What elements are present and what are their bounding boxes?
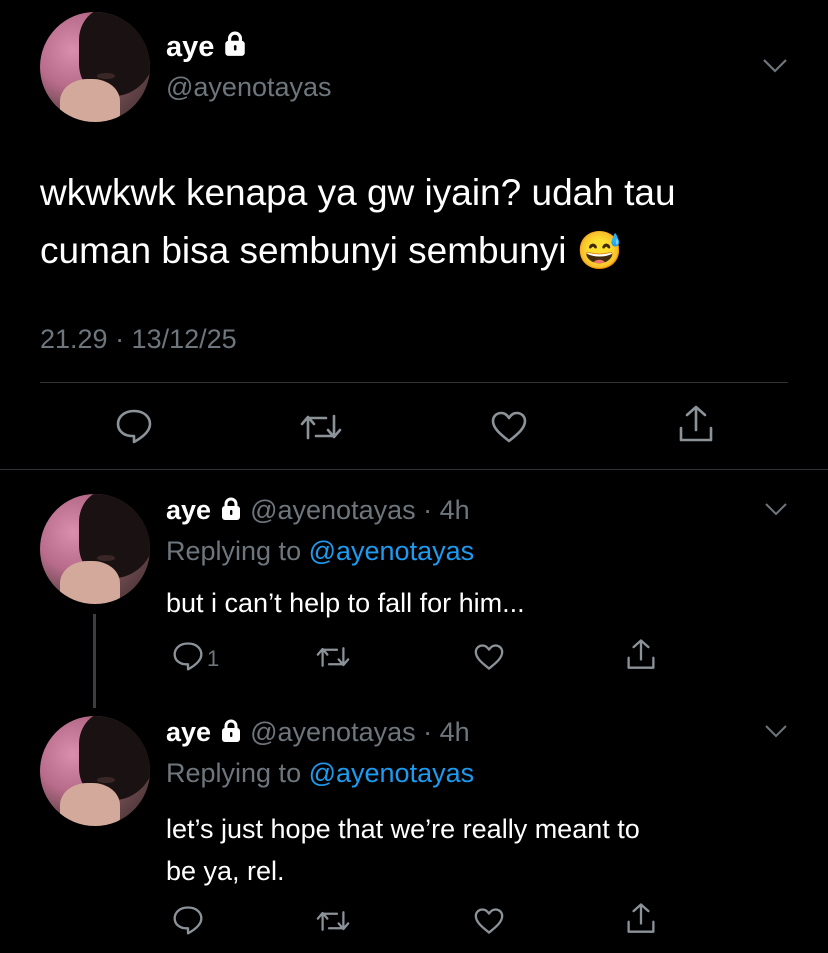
share-icon[interactable] (626, 638, 656, 671)
tweet-text: let’s just hope that we’re really meant … (166, 814, 640, 886)
display-name[interactable]: aye (166, 717, 211, 747)
mention-link[interactable]: @ayenotayas (309, 758, 475, 788)
share-icon[interactable] (678, 404, 714, 444)
reply-icon[interactable] (172, 905, 204, 935)
retweet-icon[interactable] (316, 645, 350, 669)
tweet-text: wkwkwk kenapa ya gw iyain? udah tau cuma… (40, 172, 676, 271)
divider (0, 469, 828, 470)
thread-line (93, 614, 96, 708)
display-name[interactable]: aye (166, 495, 211, 525)
chevron-down-icon[interactable] (764, 502, 788, 521)
avatar[interactable] (40, 12, 150, 122)
lock-icon (219, 718, 243, 750)
avatar[interactable] (40, 494, 150, 604)
reply-count: 1 (207, 646, 220, 671)
chevron-down-icon[interactable] (764, 724, 788, 743)
mention-link[interactable]: @ayenotayas (309, 536, 475, 566)
lock-icon (222, 31, 248, 65)
like-icon[interactable] (490, 410, 528, 444)
divider (40, 382, 788, 383)
chevron-down-icon[interactable] (762, 58, 788, 79)
replying-to: Replying to @ayenotayas (166, 536, 475, 566)
reply-icon[interactable] (172, 641, 204, 671)
tweet-text: but i can’t help to fall for him... (166, 588, 525, 618)
like-icon[interactable] (473, 643, 505, 671)
handle-time[interactable]: @ayenotayas · 4h (250, 495, 470, 525)
retweet-icon[interactable] (316, 909, 350, 933)
display-name[interactable]: aye (166, 31, 214, 63)
lock-icon (219, 496, 243, 528)
retweet-icon[interactable] (300, 412, 342, 442)
reply-icon[interactable] (115, 408, 153, 444)
handle[interactable]: @ayenotayas (166, 70, 332, 104)
timestamp: 21.29 · 13/12/25 (40, 324, 237, 354)
avatar[interactable] (40, 716, 150, 826)
emoji: 😅 (576, 230, 623, 271)
replying-to: Replying to @ayenotayas (166, 758, 475, 788)
handle-time[interactable]: @ayenotayas · 4h (250, 717, 470, 747)
share-icon[interactable] (626, 902, 656, 935)
like-icon[interactable] (473, 907, 505, 935)
